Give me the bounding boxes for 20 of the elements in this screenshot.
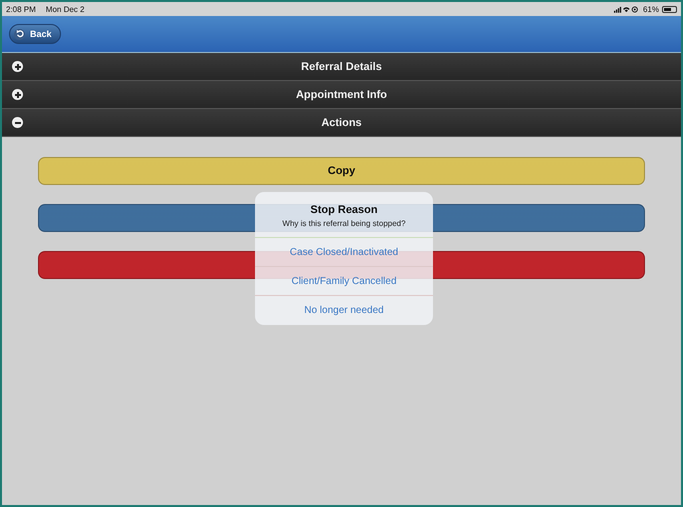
section-title: Appointment Info bbox=[296, 88, 388, 100]
back-button[interactable]: Back bbox=[9, 24, 61, 44]
status-date: Mon Dec 2 bbox=[46, 4, 84, 14]
plus-icon bbox=[12, 89, 23, 100]
accordion-header[interactable]: Referral Details bbox=[2, 53, 681, 81]
status-time: 2:08 PM bbox=[6, 4, 36, 14]
accordion-header[interactable]: Appointment Info bbox=[2, 81, 681, 109]
plus-icon bbox=[12, 61, 23, 72]
battery-percent: 61% bbox=[642, 4, 659, 14]
dialog-option[interactable]: No longer needed bbox=[255, 296, 433, 325]
battery-icon bbox=[662, 6, 677, 12]
action-button[interactable]: Copy bbox=[38, 157, 645, 185]
minus-icon bbox=[12, 117, 23, 128]
accordion-header[interactable]: Actions bbox=[2, 109, 681, 137]
back-icon bbox=[14, 28, 25, 40]
dialog-message: Why is this referral being stopped? bbox=[281, 219, 407, 228]
dialog-title: Stop Reason bbox=[309, 204, 379, 216]
status-icons bbox=[614, 6, 640, 12]
section-title: Actions bbox=[321, 116, 362, 128]
section-title: Referral Details bbox=[301, 60, 382, 72]
